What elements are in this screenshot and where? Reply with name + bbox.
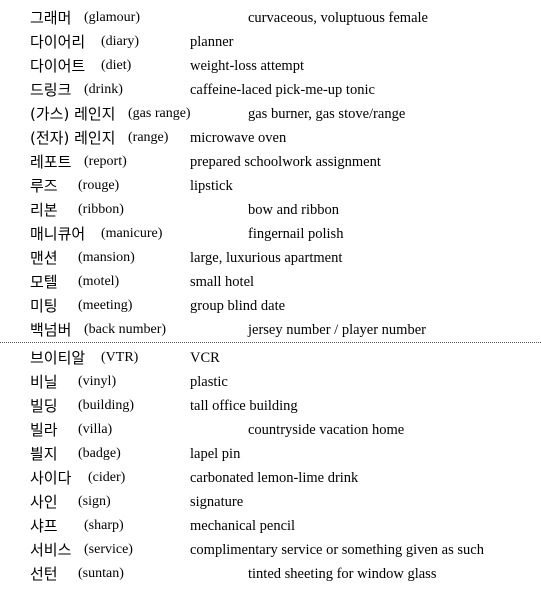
glossary-entry: 사이다 (cider) carbonated lemon-lime drink [0,466,541,490]
entry-headword: 선턴 [30,565,58,583]
entry-romanization: (building) [78,398,134,413]
entry-definition: prepared schoolwork assignment [190,154,381,170]
glossary-entry: 븰지 (badge) lapel pin [0,442,541,466]
entry-headword: 사인 [30,493,58,511]
section-separator-line [0,342,541,343]
entry-definition: tall office building [190,398,298,414]
glossary-entry: 백넘버 (back number) jersey number / player n… [0,318,541,342]
entry-headword: 매니큐어 [30,225,86,243]
glossary-entry: 루즈 (rouge) lipstick [0,174,541,198]
entry-romanization: (report) [84,154,127,169]
entry-definition: curvaceous, voluptuous female [248,10,428,26]
entry-definition: group blind date [190,298,286,314]
entry-headword: 빌라 [30,421,58,439]
entry-headword: 드링크 [30,81,72,99]
glossary-entry: 빌라 (villa) countryside vacation home [0,418,541,442]
entry-definition: plastic [190,374,228,390]
glossary-page: 그래머 (glamour) curvaceous, voluptuous femal… [0,0,541,594]
entry-definition: bow and ribbon [248,202,340,218]
entry-romanization: (rouge) [78,178,120,193]
entry-romanization: (meeting) [78,298,133,313]
entry-definition: tinted sheeting for window glass [248,566,437,582]
entry-definition: carbonated lemon-lime drink [190,470,359,486]
glossary-entry: 드링크 (drink) caffeine-laced pick-me-up toni… [0,78,541,102]
entry-romanization: (gas range) [128,106,191,121]
glossary-entry: 리본 (ribbon) bow and ribbon [0,198,541,222]
glossary-entry: 레포트 (report) prepared schoolwork assignmen… [0,150,541,174]
glossary-entry: 매니큐어 (manicure) fingernail polish [0,222,541,246]
entry-headword: 븰지 [30,445,58,463]
entry-romanization: (range) [128,130,169,145]
entry-definition: mechanical pencil [190,518,296,534]
entry-definition: caffeine-laced pick-me-up tonic [190,82,375,98]
entry-headword: 비닐 [30,373,58,391]
entry-romanization: (suntan) [78,566,124,581]
entry-definition: VCR [190,350,220,366]
entry-definition: complimentary service or something given… [190,542,484,558]
entry-romanization: (motel) [78,274,120,289]
entry-definition: fingernail polish [248,226,344,242]
entry-headword: 다이어트 [30,57,86,75]
entry-headword: 모텔 [30,273,58,291]
entry-headword: 미팅 [30,297,58,315]
entry-definition: planner [190,34,234,50]
glossary-entry: 샤프 (sharp) mechanical pencil [0,514,541,538]
entry-romanization: (manicure) [101,226,163,241]
entry-romanization: (VTR) [101,350,139,365]
entry-definition: small hotel [190,274,255,290]
entry-headword: 백넘버 [30,321,72,339]
entry-definition: signature [190,494,244,510]
entry-headword: 샤프 [30,517,58,535]
glossary-entry: (가스) 레인지 (gas range) gas burner, gas stove… [0,102,541,126]
entry-romanization: (badge) [78,446,121,461]
entry-romanization: (sign) [78,494,111,509]
entry-romanization: (back number) [84,322,167,337]
entry-definition: lapel pin [190,446,241,462]
glossary-entry: 미팅 (meeting) group blind date [0,294,541,318]
entry-romanization: (cider) [88,470,126,485]
entry-romanization: (glamour) [84,10,140,25]
entry-headword: 루즈 [30,177,58,195]
glossary-entry: (전자) 레인지 (range) microwave oven [0,126,541,150]
glossary-entry: 빌딩 (building) tall office building [0,394,541,418]
entry-romanization: (diary) [101,34,140,49]
glossary-entry: 다이어트 (diet) weight-loss attempt [0,54,541,78]
entry-headword: 그래머 [30,9,72,27]
entry-headword: 레포트 [30,153,72,171]
entry-definition: microwave oven [190,130,287,146]
entry-romanization: (diet) [101,58,132,73]
glossary-entry: 브이티알 (VTR) VCR [0,346,541,370]
entry-romanization: (ribbon) [78,202,124,217]
entry-romanization: (sharp) [84,518,124,533]
entry-headword: 다이어리 [30,33,86,51]
glossary-entry: 모텔 (motel) small hotel [0,270,541,294]
entry-romanization: (vinyl) [78,374,117,389]
entry-headword: 빌딩 [30,397,58,415]
entry-romanization: (mansion) [78,250,135,265]
glossary-entry: 선턴 (suntan) tinted sheeting for window gla… [0,562,541,586]
entry-headword: 리본 [30,201,58,219]
entry-definition: countryside vacation home [248,422,405,438]
entry-headword: 서비스 [30,541,72,559]
entry-headword: 맨션 [30,249,58,267]
entry-romanization: (service) [84,542,133,557]
entry-headword: 사이다 [30,469,72,487]
entry-headword: 브이티알 [30,349,86,367]
entry-romanization: (drink) [84,82,123,97]
entry-definition: weight-loss attempt [190,58,304,74]
glossary-entry: 사인 (sign) signature [0,490,541,514]
entry-definition: lipstick [190,178,233,194]
entry-definition: jersey number / player number [248,322,426,338]
entry-definition: gas burner, gas stove/range [248,106,406,122]
glossary-entry: 그래머 (glamour) curvaceous, voluptuous femal… [0,6,541,30]
entry-definition: large, luxurious apartment [190,250,343,266]
glossary-entry: 서비스 (service) complimentary service or som… [0,538,541,562]
glossary-entry: 다이어리 (diary) planner [0,30,541,54]
entry-romanization: (villa) [78,422,113,437]
glossary-entry: 맨션 (mansion) large, luxurious apartment [0,246,541,270]
entry-headword: (전자) 레인지 [30,129,116,147]
entry-headword: (가스) 레인지 [30,105,116,123]
glossary-entry: 비닐 (vinyl) plastic [0,370,541,394]
